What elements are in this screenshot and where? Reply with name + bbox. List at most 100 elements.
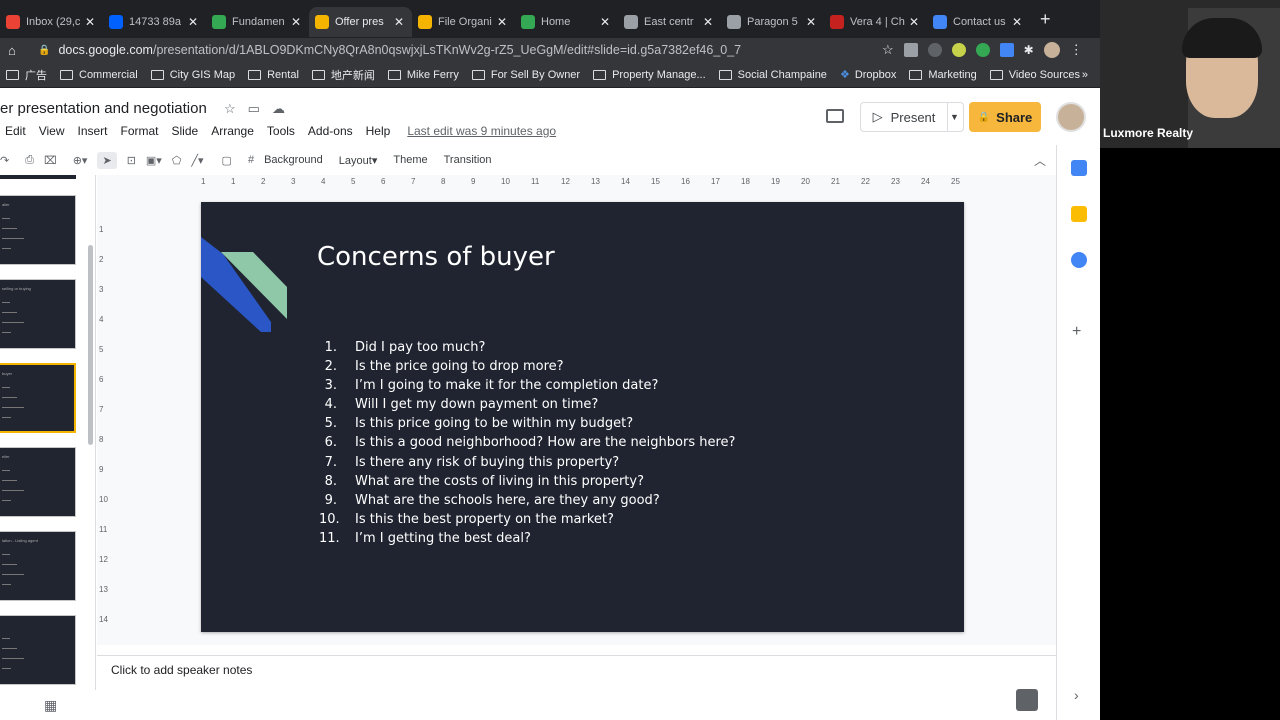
browser-tab[interactable]: Contact us ✕ bbox=[927, 7, 1030, 37]
list-item-text: Is this the best property on the market? bbox=[355, 511, 614, 527]
share-button[interactable]: 🔒 Share bbox=[969, 102, 1041, 132]
current-slide[interactable]: Concerns of buyer 1. Did I pay too much? 2… bbox=[201, 202, 964, 632]
collapse-toolbar-icon[interactable]: ︿ bbox=[1034, 152, 1046, 169]
close-tab-icon[interactable]: ✕ bbox=[186, 15, 200, 29]
expand-panel-icon[interactable]: › bbox=[1074, 687, 1079, 703]
bookmark-item[interactable]: City GIS Map bbox=[150, 69, 235, 81]
close-tab-icon[interactable]: ✕ bbox=[907, 15, 921, 29]
browser-tab[interactable]: Vera 4 | Ch ✕ bbox=[824, 7, 927, 37]
menu-item[interactable]: Add-ons bbox=[308, 124, 353, 138]
comment-add-icon[interactable]: ▢ bbox=[222, 154, 232, 167]
slide-thumbnail[interactable] bbox=[0, 615, 76, 685]
close-tab-icon[interactable]: ✕ bbox=[392, 15, 406, 29]
url-field[interactable]: 🔒 docs.google.com/presentation/d/1ABLO9D… bbox=[38, 39, 878, 61]
close-tab-icon[interactable]: ✕ bbox=[289, 15, 303, 29]
move-folder-icon[interactable]: ▭ bbox=[248, 101, 260, 117]
slide-thumbnail[interactable]: iation - Listing agent bbox=[0, 531, 76, 601]
star-icon[interactable]: ☆ bbox=[882, 42, 894, 58]
text-box-icon[interactable]: ⊡ bbox=[127, 154, 136, 167]
bookmark-item[interactable]: Video Sources bbox=[989, 69, 1080, 81]
slide-thumbnail[interactable]: buyer bbox=[0, 363, 76, 433]
bookmark-item[interactable]: Social Champaine bbox=[718, 69, 827, 81]
slide-bullet-list[interactable]: 1. Did I pay too much? 2. Is the price goin… bbox=[319, 340, 735, 550]
zoom-icon[interactable]: ⊕▾ bbox=[73, 154, 88, 167]
menu-item[interactable]: Insert bbox=[77, 124, 107, 138]
comment-icon[interactable] bbox=[826, 109, 844, 123]
close-tab-icon[interactable]: ✕ bbox=[598, 15, 612, 29]
close-tab-icon[interactable]: ✕ bbox=[495, 15, 509, 29]
browser-tab[interactable]: Offer pres ✕ bbox=[309, 7, 412, 37]
more-bookmarks-icon[interactable]: » bbox=[1082, 69, 1088, 81]
account-avatar[interactable] bbox=[1056, 102, 1086, 132]
bookmark-item[interactable]: 广告 bbox=[6, 67, 47, 83]
menu-item[interactable]: Edit bbox=[5, 124, 26, 138]
close-tab-icon[interactable]: ✕ bbox=[1010, 15, 1024, 29]
menu-item[interactable]: Tools bbox=[267, 124, 295, 138]
background-button[interactable]: Background bbox=[264, 154, 323, 166]
browser-tab[interactable]: Paragon 5 ✕ bbox=[721, 7, 824, 37]
theme-button[interactable]: Theme bbox=[393, 154, 427, 166]
chrome-extension-icon[interactable] bbox=[975, 43, 990, 57]
browser-tab[interactable]: Fundamen ✕ bbox=[206, 7, 309, 37]
close-tab-icon[interactable]: ✕ bbox=[804, 15, 818, 29]
star-icon[interactable]: ☆ bbox=[224, 101, 236, 117]
explore-icon[interactable] bbox=[1016, 689, 1038, 711]
select-tool-icon[interactable]: ➤ bbox=[97, 151, 117, 169]
add-addon-icon[interactable]: + bbox=[1072, 323, 1081, 341]
browser-tab[interactable]: File Organi ✕ bbox=[412, 7, 515, 37]
home-icon[interactable]: ⌂ bbox=[8, 43, 28, 58]
present-dropdown[interactable]: ▼ bbox=[946, 102, 964, 132]
menu-item[interactable]: Slide bbox=[172, 124, 199, 138]
speaker-notes[interactable]: Click to add speaker notes bbox=[97, 655, 1056, 720]
keep-icon[interactable] bbox=[1071, 206, 1087, 222]
grid-view-icon[interactable]: ▦ bbox=[44, 697, 57, 714]
menu-item[interactable]: Format bbox=[121, 124, 159, 138]
calendar-icon[interactable] bbox=[1071, 160, 1087, 176]
speaker-notes-placeholder[interactable]: Click to add speaker notes bbox=[111, 663, 252, 677]
extension-icon[interactable] bbox=[951, 43, 966, 57]
menu-item[interactable]: Arrange bbox=[211, 124, 254, 138]
puzzle-icon[interactable]: ✱ bbox=[1024, 43, 1034, 57]
close-tab-icon[interactable]: ✕ bbox=[701, 15, 715, 29]
dropbox-extension-icon[interactable] bbox=[927, 43, 942, 57]
doc-title[interactable]: er presentation and negotiation bbox=[0, 100, 207, 117]
bookmark-item[interactable]: Marketing bbox=[909, 69, 977, 81]
list-item: 7. Is there any risk of buying this prope… bbox=[319, 455, 735, 474]
translate-extension-icon[interactable] bbox=[999, 43, 1014, 57]
filmstrip-scrollbar[interactable] bbox=[88, 245, 93, 445]
last-edit-link[interactable]: Last edit was 9 minutes ago bbox=[407, 124, 556, 138]
bookmark-item[interactable]: Mike Ferry bbox=[387, 69, 459, 81]
bookmark-item[interactable]: Property Manage... bbox=[593, 69, 706, 81]
redo-icon[interactable]: ↷ bbox=[0, 154, 9, 167]
transition-button[interactable]: Transition bbox=[444, 154, 492, 166]
layout-button[interactable]: Layout▾ bbox=[339, 154, 378, 167]
bookmark-item[interactable]: For Sell By Owner bbox=[471, 69, 580, 81]
paint-format-icon[interactable]: ⌧ bbox=[44, 154, 57, 167]
slide-thumbnail[interactable]: eller bbox=[0, 447, 76, 517]
line-icon[interactable]: ╱▾ bbox=[191, 154, 203, 167]
menu-item[interactable]: View bbox=[39, 124, 65, 138]
browser-tab[interactable]: Home ✕ bbox=[515, 7, 618, 37]
slide-thumbnail[interactable]: aller bbox=[0, 195, 76, 265]
grid-toggle-icon[interactable]: # bbox=[248, 154, 254, 166]
browser-tab[interactable]: 14733 89a ✕ bbox=[103, 7, 206, 37]
extension-icon[interactable] bbox=[903, 43, 918, 57]
new-tab-button[interactable]: + bbox=[1040, 9, 1051, 30]
close-tab-icon[interactable]: ✕ bbox=[83, 15, 97, 29]
bookmark-item[interactable]: 地产新闻 bbox=[311, 67, 375, 83]
tasks-icon[interactable] bbox=[1071, 252, 1087, 268]
shape-icon[interactable]: ⬠ bbox=[172, 154, 182, 167]
slide-title[interactable]: Concerns of buyer bbox=[317, 242, 555, 272]
browser-tab[interactable]: East centr ✕ bbox=[618, 7, 721, 37]
bookmark-item[interactable]: Commercial bbox=[60, 69, 138, 81]
image-icon[interactable]: ▣▾ bbox=[146, 154, 162, 167]
print-icon[interactable]: ⎙ bbox=[25, 154, 34, 167]
kebab-menu-icon[interactable]: ⋮ bbox=[1070, 42, 1083, 58]
present-button[interactable]: ▷ Present bbox=[860, 102, 948, 132]
profile-avatar[interactable] bbox=[1043, 42, 1060, 58]
browser-tab[interactable]: Inbox (29,c ✕ bbox=[0, 7, 103, 37]
menu-item[interactable]: Help bbox=[366, 124, 391, 138]
bookmark-item[interactable]: ❖ Dropbox bbox=[840, 68, 896, 82]
bookmark-item[interactable]: Rental bbox=[248, 69, 299, 81]
slide-thumbnail[interactable]: selling or buying bbox=[0, 279, 76, 349]
